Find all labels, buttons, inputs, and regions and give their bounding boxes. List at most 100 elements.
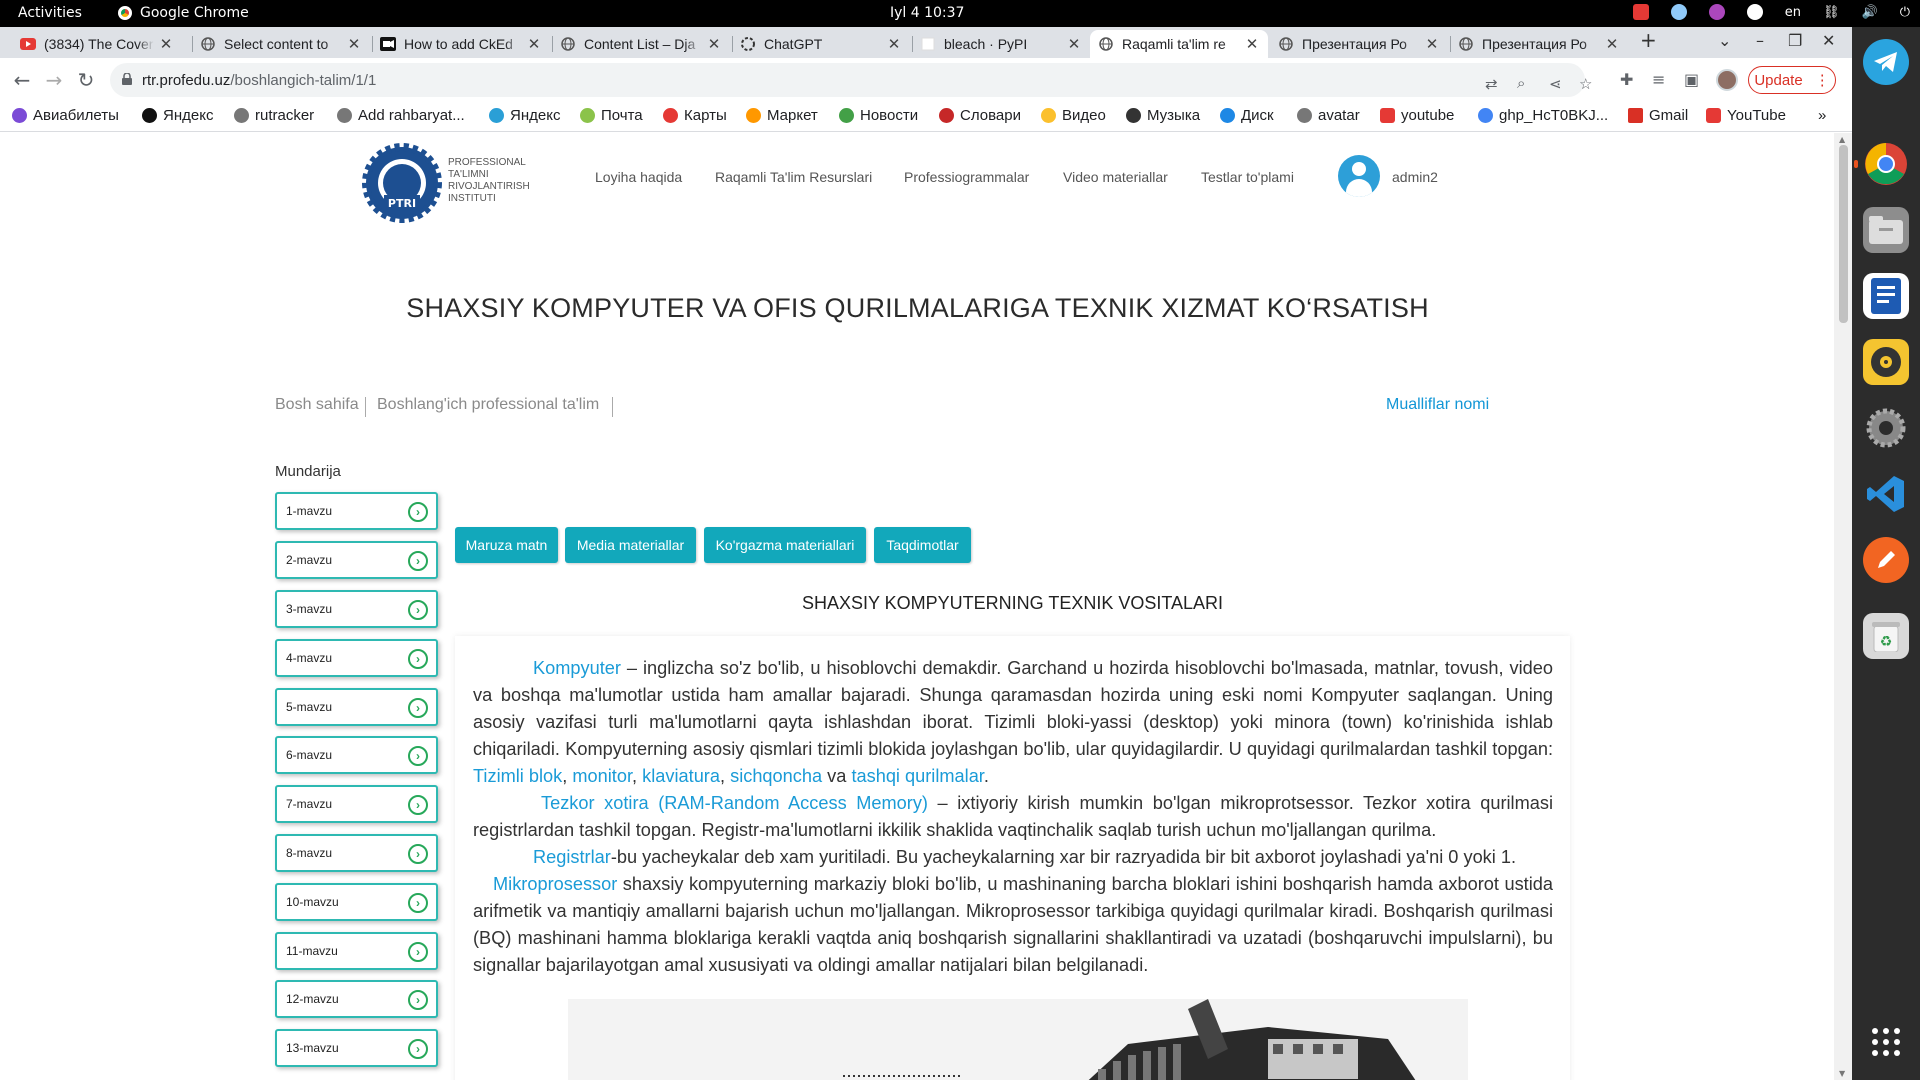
restore-icon[interactable]: ❐ bbox=[1788, 31, 1802, 50]
page-scrollbar[interactable]: ▲ ▼ bbox=[1834, 133, 1852, 1080]
breadcrumb-category[interactable]: Boshlang'ich professional ta'lim bbox=[377, 396, 599, 414]
nav-loyiha[interactable]: Loyiha haqida bbox=[595, 169, 682, 185]
term-link[interactable]: Tezkor xotira (RAM-Random Access Memory) bbox=[541, 793, 928, 813]
settings-icon[interactable] bbox=[1863, 405, 1909, 451]
topic-item[interactable]: 2-mavzu › bbox=[275, 541, 438, 579]
browser-tab[interactable]: Select content to ✕ bbox=[192, 30, 370, 58]
close-tab-icon[interactable]: ✕ bbox=[1424, 35, 1440, 53]
reading-list-icon[interactable]: ≡ bbox=[1652, 70, 1665, 89]
browser-tab[interactable]: How to add CkEd ✕ bbox=[372, 30, 550, 58]
forward-icon[interactable]: → bbox=[42, 68, 66, 92]
bookmark-item[interactable]: Авиабилеты bbox=[12, 107, 119, 124]
close-tab-icon[interactable]: ✕ bbox=[1604, 35, 1620, 53]
bookmark-item[interactable]: Маркет bbox=[746, 107, 818, 124]
scroll-down-icon[interactable]: ▼ bbox=[1839, 1069, 1845, 1078]
browser-tab[interactable]: Content List – Dja ✕ bbox=[552, 30, 730, 58]
topic-item[interactable]: 10-mavzu › bbox=[275, 883, 438, 921]
activities-button[interactable]: Activities bbox=[18, 5, 82, 21]
tab-maruza-matn[interactable]: Maruza matn bbox=[455, 527, 558, 563]
nav-video[interactable]: Video materiallar bbox=[1063, 169, 1168, 185]
bookmark-item[interactable]: Музыка bbox=[1126, 107, 1200, 124]
scrollbar-thumb[interactable] bbox=[1839, 145, 1848, 323]
back-icon[interactable]: ← bbox=[10, 68, 34, 92]
term-link[interactable]: klaviatura bbox=[642, 766, 720, 786]
writer-icon[interactable] bbox=[1863, 273, 1909, 319]
user-avatar[interactable] bbox=[1338, 155, 1380, 197]
side-panel-icon[interactable]: ▣ bbox=[1684, 70, 1699, 89]
bookmark-item[interactable]: Диск bbox=[1220, 107, 1274, 124]
term-link[interactable]: monitor bbox=[572, 766, 632, 786]
tab-korgazma[interactable]: Ko'rgazma materiallari bbox=[704, 527, 866, 563]
bookmark-star-icon[interactable]: ☆ bbox=[1579, 75, 1592, 93]
show-apps-icon[interactable] bbox=[1863, 1019, 1909, 1065]
bookmark-item[interactable]: Почта bbox=[580, 107, 643, 124]
browser-tab[interactable]: bleach · PyPI ✕ bbox=[912, 30, 1090, 58]
close-window-icon[interactable]: ✕ bbox=[1822, 31, 1835, 50]
tab-search-icon[interactable]: ⌄ bbox=[1718, 31, 1731, 50]
nav-tests[interactable]: Testlar to'plami bbox=[1201, 169, 1294, 185]
shield-icon[interactable] bbox=[1670, 4, 1687, 20]
authors-link[interactable]: Mualliflar nomi bbox=[1386, 396, 1489, 414]
bookmark-item[interactable]: Карты bbox=[663, 107, 727, 124]
pen-app-icon[interactable] bbox=[1863, 537, 1909, 583]
bookmark-item[interactable]: Видео bbox=[1041, 107, 1106, 124]
translate-icon[interactable]: ⇄ bbox=[1485, 75, 1498, 93]
address-bar[interactable]: rtr.profedu.uz/boshlangich-talim/1/1 ⇄ ⌕… bbox=[110, 63, 1592, 97]
more-menu-icon[interactable]: ⋮ bbox=[1815, 71, 1830, 89]
topic-item[interactable]: 12-mavzu › bbox=[275, 980, 438, 1018]
bookmark-item[interactable]: ghp_HcT0BKJ... bbox=[1478, 107, 1608, 124]
ptri-logo[interactable]: PTRI bbox=[362, 143, 442, 223]
topic-item[interactable]: 13-mavzu › bbox=[275, 1029, 438, 1067]
topic-item[interactable]: 1-mavzu › bbox=[275, 492, 438, 530]
sync-icon[interactable] bbox=[1746, 4, 1763, 20]
bookmark-item[interactable]: Gmail bbox=[1628, 107, 1688, 124]
browser-tab[interactable]: Презентация Ро ✕ bbox=[1270, 30, 1448, 58]
tab-media[interactable]: Media materiallar bbox=[565, 527, 696, 563]
record-icon[interactable] bbox=[1632, 4, 1649, 20]
close-tab-icon[interactable]: ✕ bbox=[706, 35, 722, 53]
app-indicator-icon[interactable] bbox=[1708, 4, 1725, 20]
topic-item[interactable]: 4-mavzu › bbox=[275, 639, 438, 677]
close-tab-icon[interactable]: ✕ bbox=[886, 35, 902, 53]
topic-item[interactable]: 8-mavzu › bbox=[275, 834, 438, 872]
reload-icon[interactable]: ↻ bbox=[74, 68, 98, 92]
bookmark-item[interactable]: rutracker bbox=[234, 107, 314, 124]
term-link[interactable]: Tizimli blok bbox=[473, 766, 562, 786]
files-icon[interactable] bbox=[1863, 207, 1909, 253]
bookmark-item[interactable]: YouTube bbox=[1706, 107, 1786, 124]
topic-item[interactable]: 5-mavzu › bbox=[275, 688, 438, 726]
username[interactable]: admin2 bbox=[1392, 169, 1438, 185]
topic-item[interactable]: 6-mavzu › bbox=[275, 736, 438, 774]
bookmark-item[interactable]: Новости bbox=[839, 107, 918, 124]
update-button[interactable]: Update ⋮ bbox=[1748, 66, 1836, 94]
breadcrumb-home[interactable]: Bosh sahifa bbox=[275, 396, 359, 414]
app-menu[interactable]: Google Chrome bbox=[118, 5, 249, 21]
topic-item[interactable]: 7-mavzu › bbox=[275, 785, 438, 823]
term-link[interactable]: Kompyuter bbox=[533, 658, 621, 678]
browser-tab[interactable]: (3834) The Cover ✕ bbox=[12, 30, 182, 58]
share-icon[interactable]: ⋖ bbox=[1549, 75, 1562, 93]
extensions-icon[interactable]: ✚ bbox=[1620, 70, 1633, 89]
keyboard-language[interactable]: en bbox=[1785, 5, 1801, 20]
chrome-icon[interactable] bbox=[1863, 141, 1909, 187]
bookmark-item[interactable]: Яндекс bbox=[142, 107, 213, 124]
bookmark-item[interactable]: youtube bbox=[1380, 107, 1454, 124]
term-link[interactable]: Mikroprosessor bbox=[493, 874, 617, 894]
trash-icon[interactable]: ♻ bbox=[1863, 613, 1909, 659]
term-link[interactable]: Registrlar bbox=[533, 847, 611, 867]
topic-item[interactable]: 11-mavzu › bbox=[275, 932, 438, 970]
bookmark-item[interactable]: Яндекс bbox=[489, 107, 560, 124]
power-icon[interactable]: ⏻ bbox=[1900, 5, 1910, 20]
telegram-icon[interactable] bbox=[1863, 39, 1909, 85]
close-tab-icon[interactable]: ✕ bbox=[526, 35, 542, 53]
volume-icon[interactable]: 🔊 bbox=[1862, 5, 1878, 20]
minimize-icon[interactable]: – bbox=[1756, 31, 1764, 50]
bookmark-item[interactable]: avatar bbox=[1297, 107, 1360, 124]
more-bookmarks-icon[interactable]: » bbox=[1818, 107, 1826, 124]
vscode-icon[interactable] bbox=[1863, 471, 1909, 517]
rhythmbox-icon[interactable] bbox=[1863, 339, 1909, 385]
system-tray[interactable]: en ⛓ 🔊 ⏻ bbox=[1632, 4, 1910, 20]
term-link[interactable]: sichqoncha bbox=[730, 766, 822, 786]
clock[interactable]: Iyl 4 10:37 bbox=[890, 5, 964, 21]
network-icon[interactable]: ⛓ bbox=[1823, 5, 1840, 20]
